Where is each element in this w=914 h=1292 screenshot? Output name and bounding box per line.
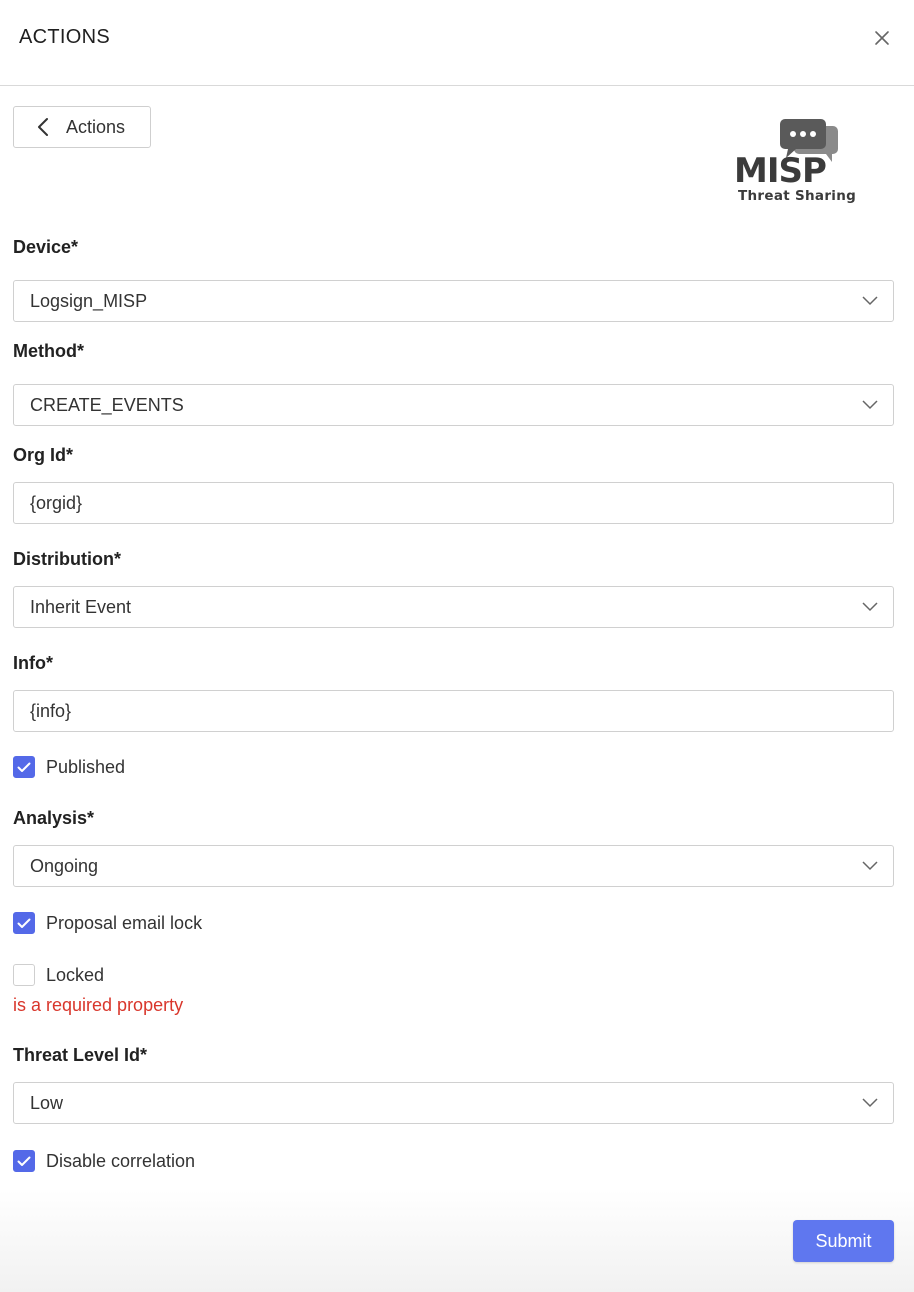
checkbox-checked[interactable] [13, 1150, 35, 1172]
threat-level-select-value: Low [30, 1092, 64, 1113]
checkbox-checked[interactable] [13, 756, 35, 778]
distribution-select-value: Inherit Event [30, 596, 132, 617]
locked-checkbox[interactable]: Locked [13, 964, 104, 986]
proposal-email-lock-label: Proposal email lock [46, 912, 203, 933]
panel-title: ACTIONS [19, 26, 110, 48]
chevron-down-icon [862, 400, 878, 410]
logo-wordmark: MISP [734, 151, 827, 191]
misp-logo: MISP Threat Sharing [732, 116, 858, 208]
close-button[interactable] [868, 24, 896, 52]
threat-level-label: Threat Level Id* [13, 1045, 148, 1065]
panel-header: ACTIONS [0, 0, 914, 86]
checkbox-checked[interactable] [13, 912, 35, 934]
chevron-down-icon [862, 1098, 878, 1108]
locked-label: Locked [46, 964, 105, 985]
close-icon [874, 30, 890, 46]
info-label: Info* [13, 653, 53, 673]
org-id-label: Org Id* [13, 445, 74, 465]
org-id-input[interactable] [13, 482, 894, 524]
chevron-down-icon [862, 602, 878, 612]
method-select-value: CREATE_EVENTS [30, 394, 184, 415]
published-checkbox[interactable]: Published [13, 756, 125, 778]
chevron-down-icon [862, 296, 878, 306]
locked-error-message: is a required property [13, 995, 184, 1015]
proposal-email-lock-checkbox[interactable]: Proposal email lock [13, 912, 202, 934]
chevron-left-icon [36, 117, 52, 137]
threat-level-select[interactable]: Low [13, 1082, 894, 1124]
analysis-select-value: Ongoing [30, 855, 99, 876]
method-select[interactable]: CREATE_EVENTS [13, 384, 894, 426]
device-label: Device* [13, 237, 79, 257]
back-button-label: Actions [66, 116, 126, 137]
logo-tagline: Threat Sharing [738, 188, 857, 204]
disable-correlation-label: Disable correlation [46, 1150, 196, 1171]
device-select[interactable]: Logsign_MISP [13, 280, 894, 322]
published-label: Published [46, 756, 126, 777]
distribution-select[interactable]: Inherit Event [13, 586, 894, 628]
info-input[interactable] [13, 690, 894, 732]
checkbox-unchecked[interactable] [13, 964, 35, 986]
device-select-value: Logsign_MISP [30, 290, 148, 311]
submit-button[interactable]: Submit [793, 1220, 894, 1262]
footer-fade [0, 1190, 914, 1292]
chevron-down-icon [862, 861, 878, 871]
distribution-label: Distribution* [13, 549, 121, 569]
actions-panel: ACTIONS Actions MISP Threat Sharing Devi… [0, 0, 914, 1292]
method-label: Method* [13, 341, 84, 361]
analysis-select[interactable]: Ongoing [13, 845, 894, 887]
disable-correlation-checkbox[interactable]: Disable correlation [13, 1150, 195, 1172]
back-to-actions-button[interactable]: Actions [13, 106, 151, 148]
analysis-label: Analysis* [13, 808, 95, 828]
